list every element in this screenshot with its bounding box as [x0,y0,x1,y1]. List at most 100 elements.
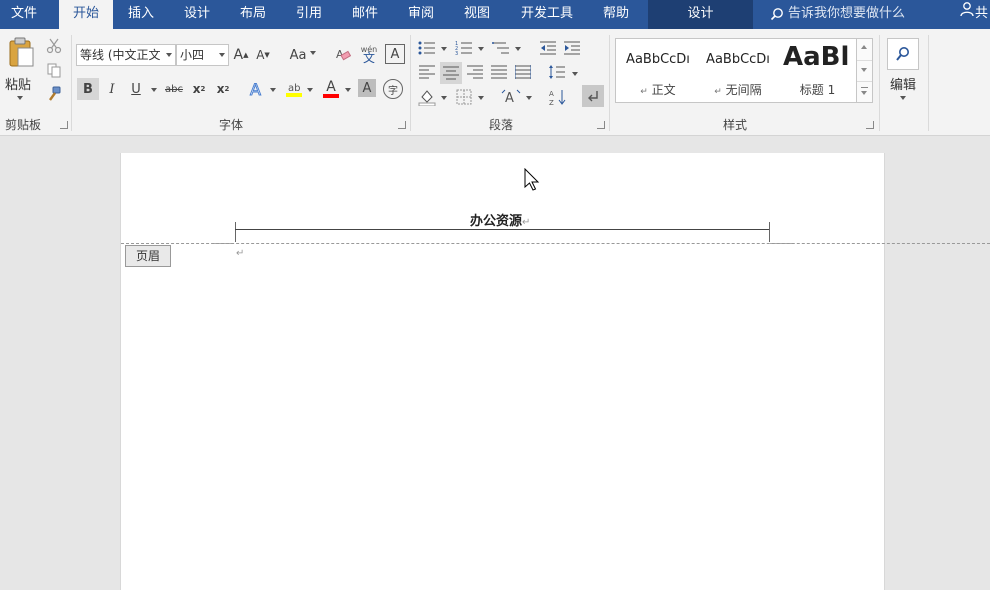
tab-mailings[interactable]: 邮件 [340,0,390,29]
font-size-combo[interactable]: 小四 [176,44,229,66]
ribbon: 粘贴 剪贴板 等线 (中文正文 小四 A ▲ A ▼ Aa A wén 文 A B … [0,29,990,136]
font-launcher-icon[interactable] [398,121,406,129]
font-name-combo[interactable]: 等线 (中文正文 [76,44,176,66]
borders-icon[interactable] [454,87,474,107]
svg-text:3: 3 [455,51,458,56]
clipboard-launcher-icon[interactable] [60,121,68,129]
borders-dropdown-icon[interactable] [478,96,484,100]
line-spacing-icon[interactable] [547,62,567,82]
enclose-characters-button[interactable]: 字 [383,79,403,99]
numbering-icon[interactable]: 123 [454,38,474,58]
decrease-indent-icon[interactable] [538,38,558,58]
font-color-dropdown-icon[interactable] [345,88,351,92]
multilevel-list-dropdown-icon[interactable] [515,47,521,51]
tab-help[interactable]: 帮助 [590,0,642,29]
subscript-button[interactable]: x2 [188,78,210,100]
scroll-down-icon[interactable] [861,68,867,72]
line-spacing-dropdown-icon[interactable] [572,72,578,76]
align-left-icon[interactable] [417,62,437,82]
strikethrough-button[interactable]: abc [163,78,185,100]
scroll-up-icon[interactable] [861,45,867,49]
bold-button[interactable]: B [77,78,99,100]
superscript-button[interactable]: x2 [212,78,234,100]
numbering-dropdown-icon[interactable] [478,47,484,51]
character-border-icon[interactable]: A [385,44,405,64]
grow-font-icon[interactable]: A ▲ [232,45,250,65]
header-margin-marker [235,222,236,242]
editing-label[interactable]: 编辑 [890,74,916,93]
multilevel-list-icon[interactable] [491,38,511,58]
shrink-font-icon[interactable]: A ▼ [254,45,272,65]
shading-icon[interactable] [417,87,437,107]
tab-home[interactable]: 开始 [59,0,113,29]
styles-gallery-scroll[interactable] [856,38,873,103]
styles-launcher-icon[interactable] [866,121,874,129]
style-sample: AaBl [783,42,850,72]
tab-insert[interactable]: 插入 [116,0,166,29]
paste-icon[interactable] [4,35,38,69]
change-case-button[interactable]: Aa [287,45,319,65]
copy-icon[interactable] [45,61,63,79]
phonetic-guide-button[interactable]: wén 文 [358,42,380,66]
editing-dropdown-icon[interactable] [900,96,906,100]
font-color-label: A [326,79,336,95]
underline-dropdown-icon[interactable] [151,88,157,92]
search-icon [770,6,788,21]
tab-layout[interactable]: 布局 [228,0,278,29]
tab-design[interactable]: 设计 [172,0,222,29]
share-button[interactable]: 共 [959,0,988,29]
text-effects-icon[interactable]: A [246,78,268,100]
style-item-no-spacing[interactable]: AaBbCcDı ↵ 无间隔 [699,39,777,102]
style-item-normal[interactable]: AaBbCcDı ↵ 正文 [618,39,698,102]
styles-group-label: 样式 [722,118,747,132]
show-marks-icon[interactable] [582,85,604,107]
tab-header-design[interactable]: 设计 [648,0,753,29]
change-case-label: Aa [289,47,307,63]
highlight-icon[interactable]: ab [283,78,305,100]
sort-icon[interactable]: AZ [548,87,568,107]
paragraph-group-label: 段落 [488,118,513,132]
superscript-label: x [216,82,225,96]
tab-file[interactable]: 文件 [0,0,48,29]
increase-indent-icon[interactable] [562,38,582,58]
underline-button[interactable]: U [125,78,147,100]
asian-layout-dropdown-icon[interactable] [526,96,532,100]
gallery-more-icon[interactable] [861,87,868,88]
font-color-button[interactable]: A [320,78,342,100]
justify-icon[interactable] [489,62,509,82]
tell-me-box[interactable]: 告诉我你想要做什么 [770,0,905,29]
tab-developer[interactable]: 开发工具 [508,0,586,29]
header-content[interactable]: 办公资源↵ [470,210,530,229]
chevron-down-icon [310,51,317,55]
bullets-dropdown-icon[interactable] [441,47,447,51]
paragraph-mark-icon: ↵ [640,87,648,97]
align-center-icon[interactable] [440,62,462,84]
distributed-icon[interactable] [513,62,533,82]
italic-button[interactable]: I [101,78,123,100]
bullets-icon[interactable] [417,38,437,58]
cut-icon[interactable] [45,37,63,55]
paste-dropdown-icon[interactable] [17,96,23,100]
format-painter-icon[interactable] [45,85,63,103]
tab-review[interactable]: 审阅 [396,0,446,29]
tab-view[interactable]: 视图 [452,0,502,29]
style-name: ↵ 正文 [618,81,698,98]
font-name-value: 等线 (中文正文 [80,48,161,62]
paste-label[interactable]: 粘贴 [5,74,31,93]
character-shading-button[interactable]: A [358,79,376,97]
align-right-icon[interactable] [465,62,485,82]
style-item-heading-1[interactable]: AaBl 标题 1 [779,39,856,102]
highlight-dropdown-icon[interactable] [307,88,313,92]
paragraph-mark-icon: ↵ [714,87,722,97]
paragraph-launcher-icon[interactable] [597,121,605,129]
asian-layout-icon[interactable]: A [500,87,522,107]
tab-references[interactable]: 引用 [284,0,334,29]
shading-dropdown-icon[interactable] [441,96,447,100]
group-divider [609,35,610,131]
phonetic-guide-bottom: 文 [362,51,375,65]
clear-formatting-icon[interactable]: A [334,44,352,64]
find-icon[interactable] [887,38,919,70]
header-boundary-line [121,243,990,244]
text-effects-dropdown-icon[interactable] [270,88,276,92]
subscript-label: x [192,82,201,96]
